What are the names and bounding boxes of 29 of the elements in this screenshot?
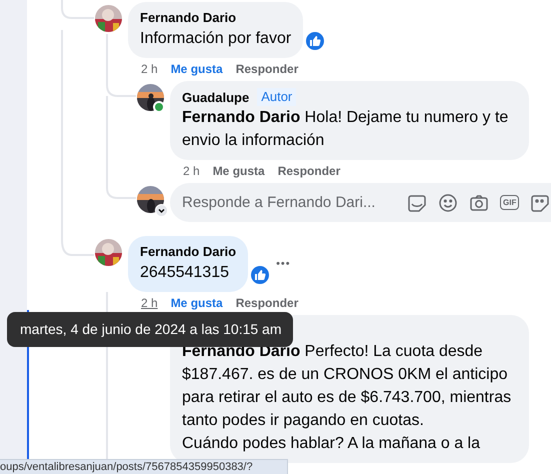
thread-line bbox=[61, 0, 94, 19]
author-name[interactable]: Fernando Dario bbox=[140, 9, 236, 26]
author-badge: Autor bbox=[257, 88, 296, 106]
reply-text: Fernando Dario Hola! Dejame tu numero y te envio la información bbox=[182, 108, 510, 151]
status-bar-url: oups/ventalibresanjuan/posts/7567854359950383/? bbox=[0, 459, 288, 474]
author-name[interactable]: Fernando Dario bbox=[140, 243, 236, 260]
more-button[interactable]: ••• bbox=[276, 258, 291, 270]
reply-link[interactable]: Responder bbox=[278, 163, 340, 179]
reply-link[interactable]: Responder bbox=[236, 295, 298, 311]
gif-button[interactable]: GIF bbox=[500, 195, 520, 210]
like-icon[interactable] bbox=[249, 264, 272, 286]
camera-icon[interactable] bbox=[469, 192, 489, 212]
sticker-icon[interactable] bbox=[407, 192, 427, 212]
like-link[interactable]: Me gusta bbox=[170, 61, 223, 77]
reply-link[interactable]: Responder bbox=[236, 61, 298, 77]
timestamp-link[interactable]: 2 h bbox=[141, 61, 158, 77]
chevron-icon[interactable] bbox=[155, 204, 168, 217]
date-tooltip: martes, 4 de junio de 2024 a las 10:15 am bbox=[7, 312, 293, 347]
sticker-icon[interactable] bbox=[530, 192, 550, 212]
timestamp-link[interactable]: 2 h bbox=[183, 163, 200, 179]
like-link[interactable]: Me gusta bbox=[212, 163, 265, 179]
reply-input[interactable]: Responde a Fernando Dari... GIF bbox=[170, 183, 551, 222]
author-name[interactable]: Guadalupe bbox=[182, 88, 250, 106]
like-icon[interactable] bbox=[304, 30, 326, 52]
timestamp-link[interactable]: 2 h bbox=[141, 295, 158, 311]
emoji-icon[interactable] bbox=[438, 192, 458, 212]
comment-text: 2645541315 bbox=[140, 263, 230, 283]
like-link[interactable]: Me gusta bbox=[170, 295, 223, 311]
comment-text: Información por favor bbox=[140, 29, 292, 49]
